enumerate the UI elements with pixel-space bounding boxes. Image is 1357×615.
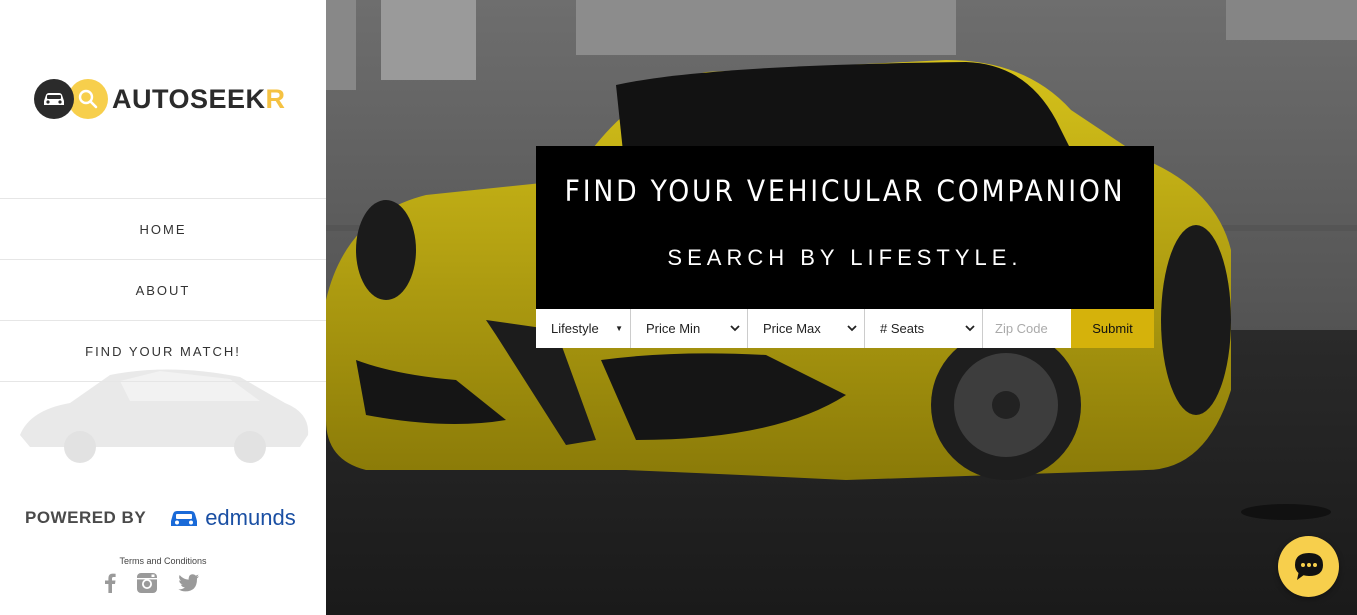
terms-and-conditions-link[interactable]: Terms and Conditions — [0, 556, 326, 566]
sidebar: AUTOSEEKR HOME ABOUT FIND YOUR MATCH! PO… — [0, 0, 326, 615]
price-min-select-value: Price Min — [646, 321, 701, 336]
logo-wordmark-accent: R — [265, 83, 286, 114]
chat-button[interactable] — [1278, 536, 1339, 597]
search-form: Lifestyle ▼ Price Min Price Max # Seats … — [536, 309, 1154, 348]
powered-by-label: POWERED BY — [25, 508, 147, 527]
price-max-select-value: Price Max — [763, 321, 821, 336]
powered-by: POWERED BY edmunds — [25, 505, 305, 531]
chevron-down-icon — [847, 325, 857, 332]
price-max-select[interactable]: Price Max — [748, 309, 865, 348]
car-icon — [34, 79, 74, 119]
logo-wordmark-main: AUTOSEEK — [112, 83, 266, 114]
search-panel: FIND YOUR VEHICULAR COMPANION SEARCH BY … — [536, 146, 1154, 309]
seats-select-value: # Seats — [880, 321, 925, 336]
chevron-down-icon — [965, 325, 975, 332]
edmunds-car-icon — [171, 511, 198, 526]
autoseekr-logo[interactable]: AUTOSEEKR — [34, 78, 286, 120]
logo-wordmark: AUTOSEEKR — [112, 84, 286, 115]
submit-button[interactable]: Submit — [1071, 309, 1154, 348]
main-nav: HOME ABOUT FIND YOUR MATCH! — [0, 198, 326, 382]
instagram-icon[interactable] — [136, 572, 158, 594]
magnifier-icon — [68, 79, 108, 119]
facebook-icon[interactable] — [104, 573, 116, 593]
chevron-down-icon — [730, 325, 740, 332]
zip-code-input[interactable] — [983, 309, 1071, 348]
lifestyle-select-value: Lifestyle — [551, 321, 599, 336]
social-links — [104, 572, 200, 594]
nav-item-home[interactable]: HOME — [0, 198, 326, 259]
chat-bubble-icon — [1294, 552, 1323, 580]
hero-subheadline: SEARCH BY LIFESTYLE. — [667, 245, 1023, 270]
caret-down-icon: ▼ — [615, 324, 623, 333]
hero-headline: FIND YOUR VEHICULAR COMPANION — [564, 174, 1126, 208]
twitter-icon[interactable] — [178, 574, 200, 592]
lifestyle-select[interactable]: Lifestyle ▼ — [536, 309, 631, 348]
nav-item-about[interactable]: ABOUT — [0, 259, 326, 320]
edmunds-logo[interactable]: edmunds — [168, 505, 296, 531]
edmunds-wordmark: edmunds — [205, 505, 296, 530]
nav-item-find-your-match[interactable]: FIND YOUR MATCH! — [0, 320, 326, 382]
hero-section: FIND YOUR VEHICULAR COMPANION SEARCH BY … — [326, 0, 1357, 615]
seats-select[interactable]: # Seats — [865, 309, 983, 348]
price-min-select[interactable]: Price Min — [631, 309, 748, 348]
